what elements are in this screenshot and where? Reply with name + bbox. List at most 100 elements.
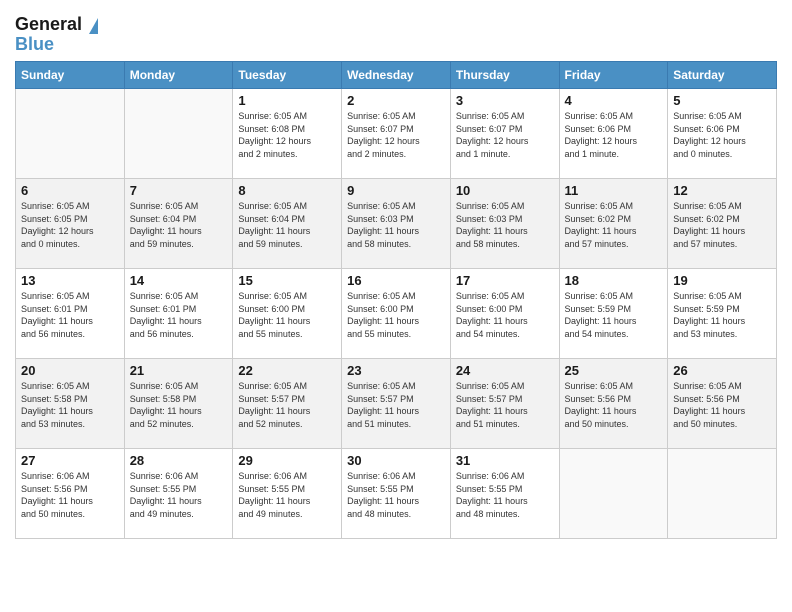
calendar-day-cell: 5 Sunrise: 6:05 AM Sunset: 6:06 PM Daylig… bbox=[668, 89, 777, 179]
calendar-day-cell: 27 Sunrise: 6:06 AM Sunset: 5:56 PM Dayli… bbox=[16, 449, 125, 539]
day-info: Sunrise: 6:06 AM Sunset: 5:55 PM Dayligh… bbox=[238, 470, 336, 520]
day-info: Sunrise: 6:05 AM Sunset: 6:06 PM Dayligh… bbox=[565, 110, 663, 160]
day-number: 1 bbox=[238, 93, 336, 108]
day-number: 9 bbox=[347, 183, 445, 198]
calendar-day-cell: 14 Sunrise: 6:05 AM Sunset: 6:01 PM Dayli… bbox=[124, 269, 233, 359]
calendar-day-cell: 4 Sunrise: 6:05 AM Sunset: 6:06 PM Daylig… bbox=[559, 89, 668, 179]
day-number: 17 bbox=[456, 273, 554, 288]
day-number: 15 bbox=[238, 273, 336, 288]
calendar-day-cell bbox=[16, 89, 125, 179]
day-number: 26 bbox=[673, 363, 771, 378]
calendar-day-cell: 19 Sunrise: 6:05 AM Sunset: 5:59 PM Dayli… bbox=[668, 269, 777, 359]
calendar-day-cell: 1 Sunrise: 6:05 AM Sunset: 6:08 PM Daylig… bbox=[233, 89, 342, 179]
calendar-day-cell: 8 Sunrise: 6:05 AM Sunset: 6:04 PM Daylig… bbox=[233, 179, 342, 269]
day-info: Sunrise: 6:05 AM Sunset: 5:58 PM Dayligh… bbox=[130, 380, 228, 430]
calendar-day-cell bbox=[668, 449, 777, 539]
day-info: Sunrise: 6:05 AM Sunset: 6:00 PM Dayligh… bbox=[456, 290, 554, 340]
day-number: 4 bbox=[565, 93, 663, 108]
day-number: 23 bbox=[347, 363, 445, 378]
calendar-day-cell: 22 Sunrise: 6:05 AM Sunset: 5:57 PM Dayli… bbox=[233, 359, 342, 449]
day-number: 27 bbox=[21, 453, 119, 468]
day-info: Sunrise: 6:05 AM Sunset: 5:58 PM Dayligh… bbox=[21, 380, 119, 430]
calendar-day-cell: 3 Sunrise: 6:05 AM Sunset: 6:07 PM Daylig… bbox=[450, 89, 559, 179]
calendar-day-cell: 18 Sunrise: 6:05 AM Sunset: 5:59 PM Dayli… bbox=[559, 269, 668, 359]
day-number: 18 bbox=[565, 273, 663, 288]
day-number: 7 bbox=[130, 183, 228, 198]
day-info: Sunrise: 6:06 AM Sunset: 5:55 PM Dayligh… bbox=[130, 470, 228, 520]
day-number: 8 bbox=[238, 183, 336, 198]
day-info: Sunrise: 6:05 AM Sunset: 5:57 PM Dayligh… bbox=[238, 380, 336, 430]
day-info: Sunrise: 6:05 AM Sunset: 6:02 PM Dayligh… bbox=[673, 200, 771, 250]
day-number: 22 bbox=[238, 363, 336, 378]
calendar-day-cell: 16 Sunrise: 6:05 AM Sunset: 6:00 PM Dayli… bbox=[342, 269, 451, 359]
day-info: Sunrise: 6:05 AM Sunset: 6:04 PM Dayligh… bbox=[238, 200, 336, 250]
calendar-day-cell: 10Sunrise: 6:05 AM Sunset: 6:03 PM Dayli… bbox=[450, 179, 559, 269]
day-info: Sunrise: 6:05 AM Sunset: 5:57 PM Dayligh… bbox=[456, 380, 554, 430]
day-info: Sunrise: 6:05 AM Sunset: 5:56 PM Dayligh… bbox=[565, 380, 663, 430]
calendar-header-row: SundayMondayTuesdayWednesdayThursdayFrid… bbox=[16, 62, 777, 89]
day-info: Sunrise: 6:05 AM Sunset: 6:00 PM Dayligh… bbox=[238, 290, 336, 340]
day-number: 25 bbox=[565, 363, 663, 378]
calendar-day-cell: 29 Sunrise: 6:06 AM Sunset: 5:55 PM Dayli… bbox=[233, 449, 342, 539]
calendar-day-cell: 28Sunrise: 6:06 AM Sunset: 5:55 PM Dayli… bbox=[124, 449, 233, 539]
calendar-day-cell bbox=[559, 449, 668, 539]
day-number: 10 bbox=[456, 183, 554, 198]
logo-blue-text: Blue bbox=[15, 35, 54, 53]
calendar-day-cell: 23 Sunrise: 6:05 AM Sunset: 5:57 PM Dayli… bbox=[342, 359, 451, 449]
day-number: 30 bbox=[347, 453, 445, 468]
calendar-day-cell: 17 Sunrise: 6:05 AM Sunset: 6:00 PM Dayli… bbox=[450, 269, 559, 359]
day-info: Sunrise: 6:05 AM Sunset: 5:59 PM Dayligh… bbox=[673, 290, 771, 340]
calendar-day-cell: 26 Sunrise: 6:05 AM Sunset: 5:56 PM Dayli… bbox=[668, 359, 777, 449]
weekday-header-tuesday: Tuesday bbox=[233, 62, 342, 89]
calendar-day-cell: 9Sunrise: 6:05 AM Sunset: 6:03 PM Daylig… bbox=[342, 179, 451, 269]
day-number: 29 bbox=[238, 453, 336, 468]
calendar-day-cell: 12Sunrise: 6:05 AM Sunset: 6:02 PM Dayli… bbox=[668, 179, 777, 269]
logo-arrow-icon bbox=[89, 18, 98, 34]
calendar-day-cell: 20 Sunrise: 6:05 AM Sunset: 5:58 PM Dayli… bbox=[16, 359, 125, 449]
calendar-day-cell: 31 Sunrise: 6:06 AM Sunset: 5:55 PM Dayli… bbox=[450, 449, 559, 539]
day-info: Sunrise: 6:05 AM Sunset: 6:07 PM Dayligh… bbox=[456, 110, 554, 160]
weekday-header-monday: Monday bbox=[124, 62, 233, 89]
day-number: 24 bbox=[456, 363, 554, 378]
logo: General Blue bbox=[15, 15, 98, 53]
calendar-week-row: 6Sunrise: 6:05 AM Sunset: 6:05 PM Daylig… bbox=[16, 179, 777, 269]
logo-general-text: General bbox=[15, 14, 82, 34]
calendar-table: SundayMondayTuesdayWednesdayThursdayFrid… bbox=[15, 61, 777, 539]
day-number: 14 bbox=[130, 273, 228, 288]
day-info: Sunrise: 6:05 AM Sunset: 6:01 PM Dayligh… bbox=[130, 290, 228, 340]
calendar-day-cell: 13 Sunrise: 6:05 AM Sunset: 6:01 PM Dayli… bbox=[16, 269, 125, 359]
day-number: 31 bbox=[456, 453, 554, 468]
day-info: Sunrise: 6:05 AM Sunset: 5:59 PM Dayligh… bbox=[565, 290, 663, 340]
calendar-day-cell: 7 Sunrise: 6:05 AM Sunset: 6:04 PM Daylig… bbox=[124, 179, 233, 269]
day-number: 20 bbox=[21, 363, 119, 378]
calendar-day-cell bbox=[124, 89, 233, 179]
calendar-day-cell: 30Sunrise: 6:06 AM Sunset: 5:55 PM Dayli… bbox=[342, 449, 451, 539]
calendar-day-cell: 21 Sunrise: 6:05 AM Sunset: 5:58 PM Dayli… bbox=[124, 359, 233, 449]
day-number: 16 bbox=[347, 273, 445, 288]
calendar-day-cell: 15 Sunrise: 6:05 AM Sunset: 6:00 PM Dayli… bbox=[233, 269, 342, 359]
weekday-header-sunday: Sunday bbox=[16, 62, 125, 89]
calendar-day-cell: 24 Sunrise: 6:05 AM Sunset: 5:57 PM Dayli… bbox=[450, 359, 559, 449]
day-info: Sunrise: 6:06 AM Sunset: 5:55 PM Dayligh… bbox=[456, 470, 554, 520]
day-info: Sunrise: 6:05 AM Sunset: 6:00 PM Dayligh… bbox=[347, 290, 445, 340]
day-number: 3 bbox=[456, 93, 554, 108]
day-info: Sunrise: 6:05 AM Sunset: 5:56 PM Dayligh… bbox=[673, 380, 771, 430]
day-number: 11 bbox=[565, 183, 663, 198]
day-number: 21 bbox=[130, 363, 228, 378]
calendar-day-cell: 11Sunrise: 6:05 AM Sunset: 6:02 PM Dayli… bbox=[559, 179, 668, 269]
day-number: 13 bbox=[21, 273, 119, 288]
day-info: Sunrise: 6:05 AM Sunset: 5:57 PM Dayligh… bbox=[347, 380, 445, 430]
weekday-header-saturday: Saturday bbox=[668, 62, 777, 89]
header: General Blue bbox=[15, 15, 777, 53]
day-info: Sunrise: 6:05 AM Sunset: 6:06 PM Dayligh… bbox=[673, 110, 771, 160]
weekday-header-wednesday: Wednesday bbox=[342, 62, 451, 89]
day-number: 5 bbox=[673, 93, 771, 108]
calendar-week-row: 20 Sunrise: 6:05 AM Sunset: 5:58 PM Dayli… bbox=[16, 359, 777, 449]
calendar-week-row: 27 Sunrise: 6:06 AM Sunset: 5:56 PM Dayli… bbox=[16, 449, 777, 539]
day-number: 19 bbox=[673, 273, 771, 288]
day-info: Sunrise: 6:06 AM Sunset: 5:56 PM Dayligh… bbox=[21, 470, 119, 520]
calendar-week-row: 13 Sunrise: 6:05 AM Sunset: 6:01 PM Dayli… bbox=[16, 269, 777, 359]
day-info: Sunrise: 6:05 AM Sunset: 6:08 PM Dayligh… bbox=[238, 110, 336, 160]
day-info: Sunrise: 6:05 AM Sunset: 6:04 PM Dayligh… bbox=[130, 200, 228, 250]
day-info: Sunrise: 6:05 AM Sunset: 6:01 PM Dayligh… bbox=[21, 290, 119, 340]
